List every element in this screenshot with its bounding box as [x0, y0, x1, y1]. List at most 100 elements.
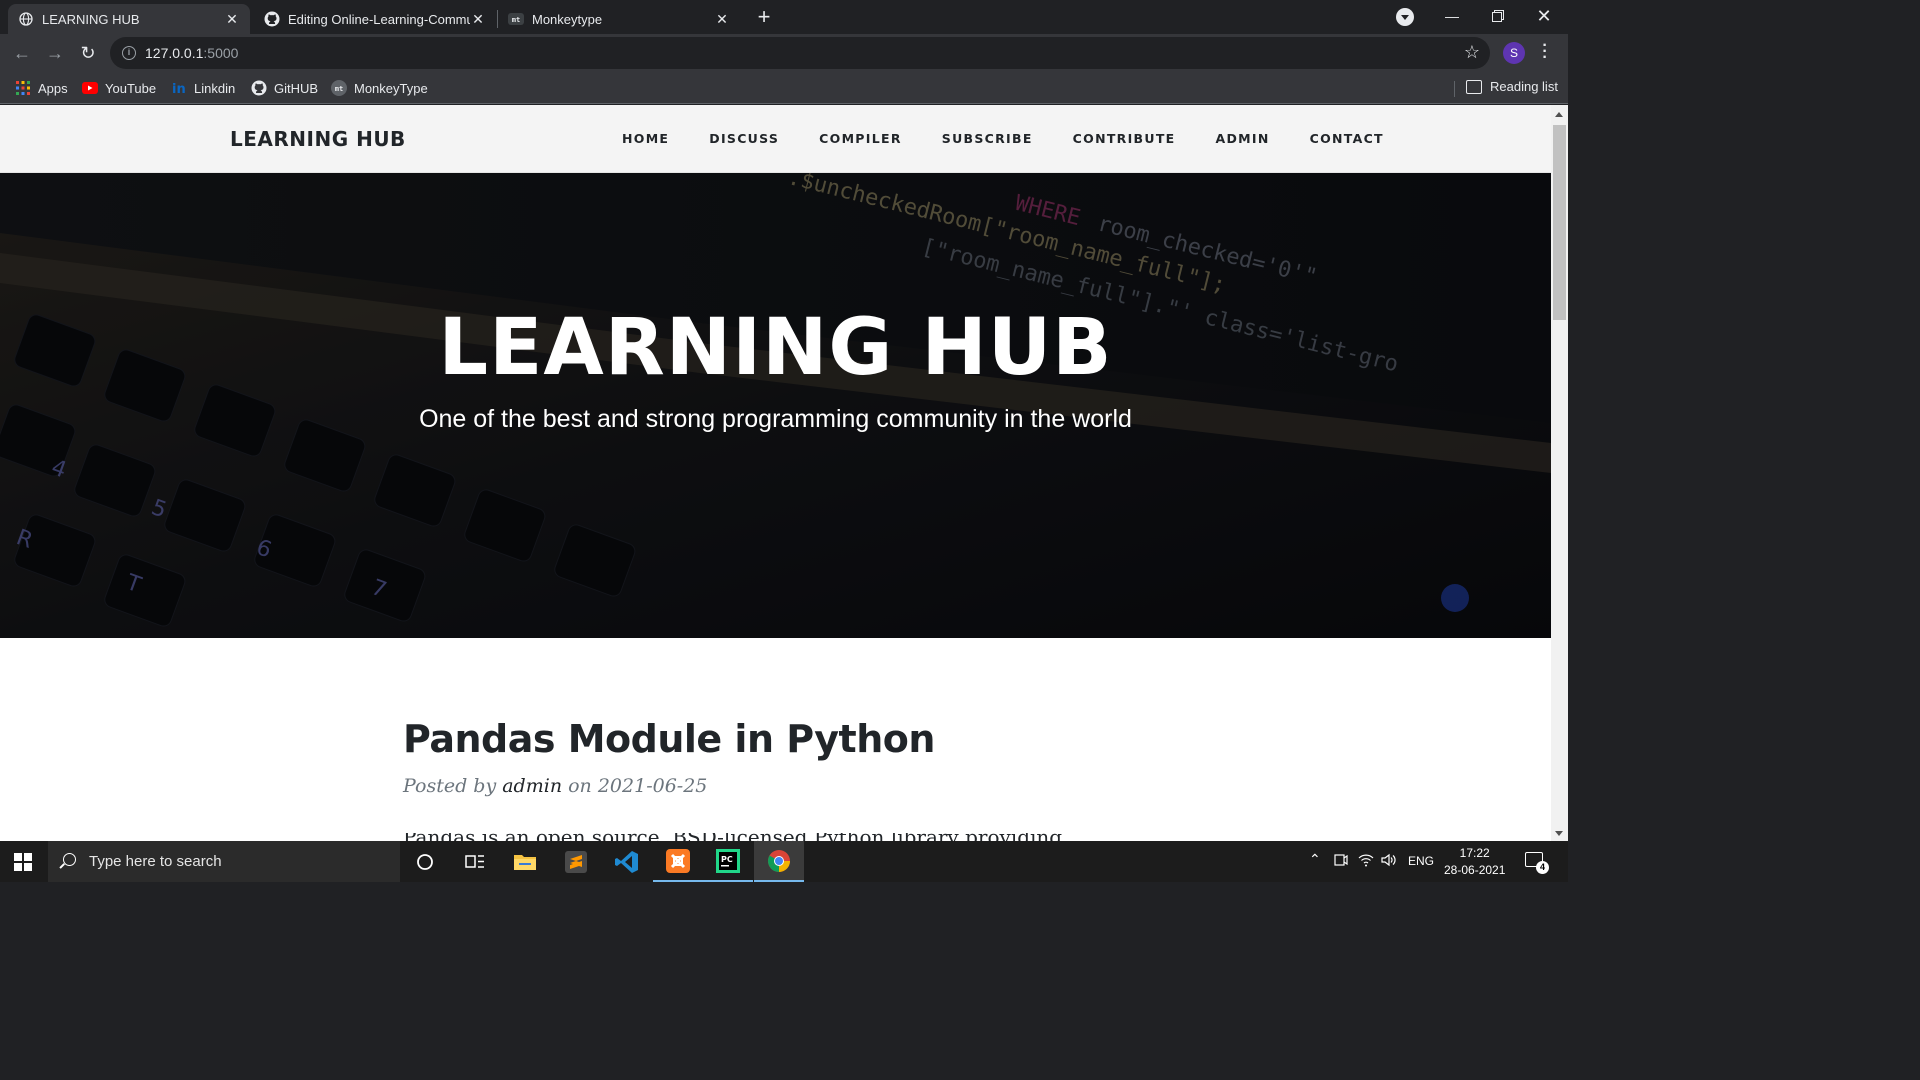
browser-toolbar: ← → ↻ i 127.0.0.1:5000 ☆ S · · ·	[0, 34, 1568, 72]
tab-title: Monkeytype	[532, 11, 603, 27]
taskbar-clock[interactable]: 17:22 28-06-2021	[1444, 845, 1505, 879]
site-nav-links: HOME DISCUSS COMPILER SUBSCRIBE CONTRIBU…	[602, 131, 1404, 146]
apps-grid-icon	[15, 80, 31, 96]
post-meta: Posted by admin on 2021-06-25	[403, 775, 935, 797]
post-author[interactable]: admin	[502, 775, 562, 797]
post-preview: Pandas Module in Python Posted by admin …	[403, 717, 935, 797]
pycharm-icon[interactable]: PC	[703, 841, 753, 882]
url-text[interactable]: 127.0.0.1:5000	[145, 45, 238, 61]
github-icon	[264, 11, 280, 27]
bookmark-apps[interactable]: Apps	[15, 79, 68, 97]
restore-button[interactable]	[1475, 0, 1521, 32]
taskbar-search-box[interactable]: Type here to search	[48, 841, 400, 882]
new-tab-button[interactable]: +	[752, 6, 776, 30]
bookmark-label: Apps	[38, 80, 68, 96]
xampp-icon[interactable]	[653, 841, 703, 882]
clock-time: 17:22	[1459, 846, 1490, 860]
linkedin-icon: in	[171, 80, 187, 96]
bookmarks-divider	[1454, 81, 1455, 97]
nav-contact[interactable]: CONTACT	[1310, 131, 1384, 146]
post-excerpt-text: Pandas is an open source, BSD-licensed P…	[403, 833, 1103, 841]
scroll-down-icon[interactable]	[1555, 831, 1563, 836]
tab-title: LEARNING HUB	[42, 11, 140, 27]
bookmark-label: YouTube	[105, 80, 157, 96]
show-hidden-icons-icon[interactable]: ⌃	[1309, 851, 1321, 868]
bookmark-linkedin[interactable]: in Linkdin	[171, 79, 235, 97]
post-title[interactable]: Pandas Module in Python	[403, 717, 935, 761]
cortana-icon[interactable]	[400, 841, 450, 882]
site-navbar: LEARNING HUB HOME DISCUSS COMPILER SUBSC…	[0, 105, 1551, 173]
page-scrollbar[interactable]	[1551, 105, 1568, 841]
hero-subtitle: One of the best and strong programming c…	[419, 405, 1132, 433]
meta-on: on	[568, 775, 592, 797]
tab-monkeytype[interactable]: mt Monkeytype ✕	[498, 4, 740, 34]
windows-taskbar: Type here to search PC ⌃ ENG 17:22 28-06…	[0, 841, 1568, 882]
browser-menu-icon[interactable]: · · ·	[1538, 38, 1552, 66]
vscode-icon[interactable]	[602, 841, 652, 882]
site-brand[interactable]: LEARNING HUB	[230, 127, 406, 151]
nav-discuss[interactable]: DISCUSS	[709, 131, 779, 146]
bookmark-star-icon[interactable]: ☆	[1464, 42, 1480, 63]
address-bar[interactable]: i 127.0.0.1:5000 ☆	[110, 37, 1490, 69]
site-info-icon[interactable]: i	[122, 46, 136, 60]
notification-count-badge: 4	[1536, 861, 1549, 874]
post-excerpt: Pandas is an open source, BSD-licensed P…	[403, 833, 1103, 841]
chrome-icon[interactable]	[754, 841, 804, 882]
nav-compiler[interactable]: COMPILER	[819, 131, 902, 146]
bookmark-label: MonkeyType	[354, 80, 428, 96]
tab-title: Editing Online-Learning-Commu	[288, 11, 470, 27]
minimize-button[interactable]: —	[1429, 0, 1475, 32]
clock-date: 28-06-2021	[1444, 863, 1506, 877]
volume-icon[interactable]	[1381, 853, 1397, 870]
hero-banner: 4 5 6 R T 7 ".$uncheckedRoom["room_name_…	[0, 173, 1551, 638]
browser-tab-strip: LEARNING HUB ✕ Editing Online-Learning-C…	[0, 0, 1568, 34]
reload-button[interactable]: ↻	[77, 42, 99, 64]
tab-github-editing[interactable]: Editing Online-Learning-Commu ✕	[254, 4, 496, 34]
scrollbar-thumb[interactable]	[1553, 125, 1566, 320]
task-view-icon[interactable]	[450, 841, 500, 882]
tab-learning-hub[interactable]: LEARNING HUB ✕	[8, 4, 250, 34]
meet-now-icon[interactable]	[1334, 853, 1348, 870]
nav-subscribe[interactable]: SUBSCRIBE	[942, 131, 1033, 146]
close-tab-icon[interactable]: ✕	[714, 11, 730, 27]
back-button[interactable]: ←	[11, 42, 33, 64]
nav-admin[interactable]: ADMIN	[1215, 131, 1269, 146]
file-explorer-icon[interactable]	[500, 841, 550, 882]
bookmarks-bar: Apps YouTube in Linkdin GitHUB mt Monkey…	[0, 72, 1568, 104]
profile-avatar[interactable]: S	[1503, 42, 1525, 64]
close-tab-icon[interactable]: ✕	[224, 11, 240, 27]
reading-list-button[interactable]: Reading list	[1466, 79, 1558, 94]
globe-icon	[18, 11, 34, 27]
reading-list-label: Reading list	[1490, 79, 1558, 94]
post-date: 2021-06-25	[597, 775, 708, 797]
input-language[interactable]: ENG	[1408, 854, 1434, 868]
wifi-icon[interactable]	[1358, 853, 1374, 870]
close-window-button[interactable]: ✕	[1521, 0, 1567, 32]
hero-title: LEARNING HUB	[438, 303, 1113, 393]
scroll-up-icon[interactable]	[1555, 112, 1563, 117]
bookmark-label: Linkdin	[194, 80, 236, 96]
notification-center-icon[interactable]: 4	[1525, 852, 1549, 874]
nav-home[interactable]: HOME	[622, 131, 669, 146]
tab-search-icon[interactable]	[1396, 8, 1414, 26]
close-tab-icon[interactable]: ✕	[470, 11, 486, 27]
forward-button[interactable]: →	[44, 42, 66, 64]
bookmark-github[interactable]: GitHUB	[251, 79, 318, 97]
bookmark-youtube[interactable]: YouTube	[82, 79, 156, 97]
youtube-icon	[82, 80, 98, 96]
search-icon	[63, 853, 76, 866]
reading-list-icon	[1466, 79, 1482, 94]
svg-text:PC: PC	[721, 855, 733, 864]
svg-text:mt: mt	[335, 85, 343, 93]
windows-start-button[interactable]	[14, 853, 32, 871]
svg-text:mt: mt	[512, 16, 520, 24]
page-viewport: LEARNING HUB HOME DISCUSS COMPILER SUBSC…	[0, 105, 1551, 841]
github-icon	[251, 80, 267, 96]
taskbar-search-placeholder: Type here to search	[89, 853, 222, 870]
bookmark-monkeytype[interactable]: mt MonkeyType	[331, 79, 428, 97]
sublime-text-icon[interactable]	[551, 841, 601, 882]
meta-prefix: Posted by	[403, 775, 497, 797]
monkeytype-icon: mt	[508, 11, 524, 27]
bookmark-label: GitHUB	[274, 80, 319, 96]
nav-contribute[interactable]: CONTRIBUTE	[1073, 131, 1176, 146]
